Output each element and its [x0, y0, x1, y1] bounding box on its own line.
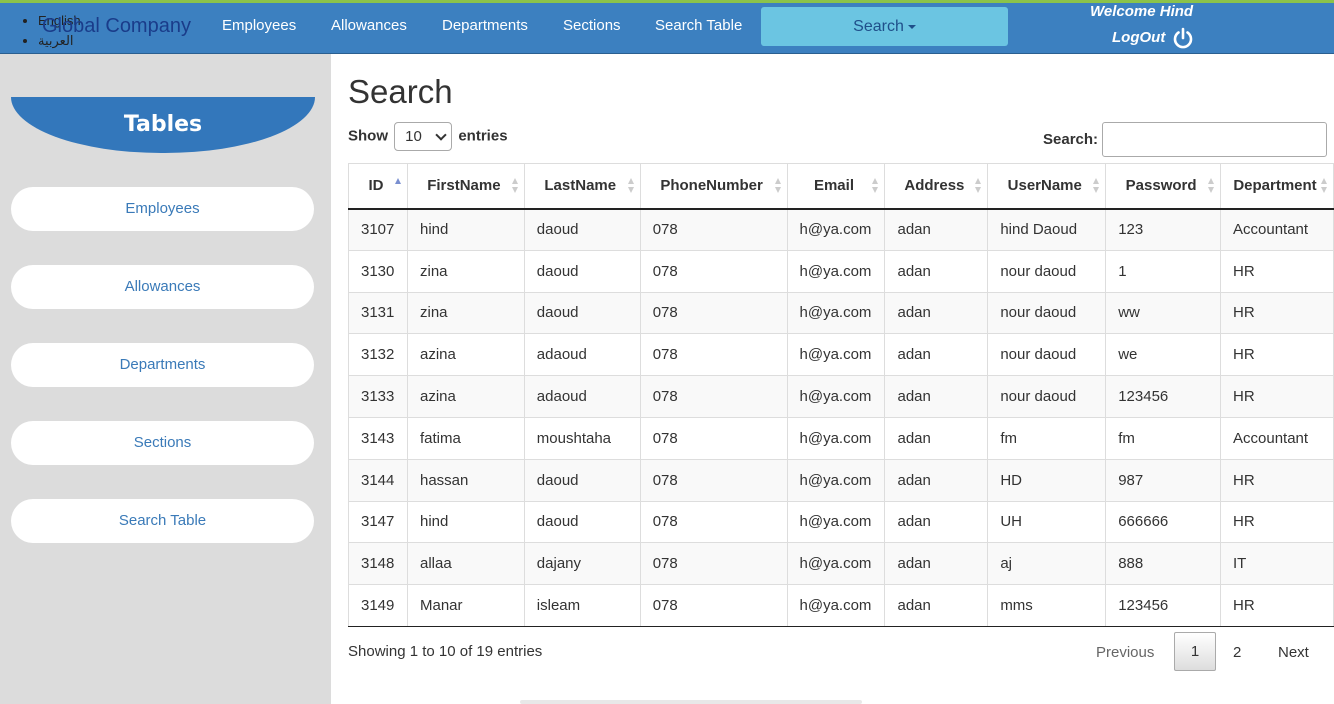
column-header-phonenumber[interactable]: PhoneNumber: [639, 163, 788, 210]
column-header-email[interactable]: Email: [786, 163, 886, 210]
search-dropdown-button[interactable]: Search: [761, 7, 1008, 46]
table-header-row: ID FirstName LastName PhoneNumber Email …: [348, 163, 1334, 210]
table-row: 3133 azina adaoud 078 h@ya.com adan nour daoud…: [348, 375, 1334, 418]
sort-icon: [1321, 178, 1328, 194]
sidebar-item-sections[interactable]: Sections: [11, 421, 314, 465]
table-row: 3148 allaa dajany 078 h@ya.com adan aj 888 IT: [348, 542, 1334, 586]
sort-icon: [975, 178, 982, 194]
column-header-id[interactable]: ID: [348, 163, 408, 210]
nav-departments[interactable]: Departments: [442, 17, 528, 34]
table-info: Showing 1 to 10 of 19 entries: [348, 643, 543, 660]
sidebar-item-search-table[interactable]: Search Table: [11, 499, 314, 543]
sidebar-item-allowances[interactable]: Allowances: [11, 265, 314, 309]
pagination-next[interactable]: Next: [1278, 644, 1309, 661]
nav-allowances[interactable]: Allowances: [331, 17, 407, 34]
pagination-page-2[interactable]: 2: [1233, 644, 1241, 661]
entries-label: entries: [458, 127, 508, 145]
sort-asc-icon: [394, 178, 402, 194]
horizontal-scrollbar[interactable]: [520, 700, 862, 704]
chevron-down-icon: [435, 129, 447, 141]
table-row: 3147 hind daoud 078 h@ya.com adan UH 666666 HR: [348, 500, 1334, 544]
column-header-lastname[interactable]: LastName: [523, 163, 641, 210]
page-title: Search: [348, 73, 453, 110]
table-row: 3149 Manar isleam 078 h@ya.com adan mms 123456 H…: [348, 584, 1334, 627]
sort-icon: [511, 178, 519, 194]
sidebar-item-departments[interactable]: Departments: [11, 343, 314, 387]
pagination-page-1[interactable]: 1: [1174, 632, 1216, 671]
column-header-address[interactable]: Address: [884, 163, 989, 210]
column-header-firstname[interactable]: FirstName: [406, 163, 525, 210]
column-header-password[interactable]: Password: [1105, 163, 1222, 210]
logout-label: LogOut: [1112, 28, 1166, 46]
search-dropdown-label: Search: [853, 18, 904, 35]
table-search-input[interactable]: [1102, 122, 1327, 157]
column-header-username[interactable]: UserName: [987, 163, 1107, 210]
table-row: 3144 hassan daoud 078 h@ya.com adan HD 987 HR: [348, 458, 1334, 502]
column-header-department[interactable]: Department: [1220, 163, 1334, 210]
top-navbar: English العربية Global Company Employees…: [0, 0, 1334, 54]
brand-name[interactable]: Global Company: [42, 15, 191, 38]
logout-link[interactable]: LogOut: [1112, 27, 1194, 49]
nav-search-table[interactable]: Search Table: [655, 17, 742, 34]
table-row: 3143 fatima moushtaha 078 h@ya.com adan fm fm Ac…: [348, 416, 1334, 460]
table-row: 3130 zina daoud 078 h@ya.com adan nour daoud 1 H…: [348, 249, 1334, 293]
sort-icon: [872, 178, 879, 194]
sidebar-item-employees[interactable]: Employees: [11, 187, 314, 231]
sidebar-title: Tables: [11, 97, 315, 153]
sidebar: Tables Employees Allowances Departments …: [0, 54, 331, 704]
show-entries: Show 10 entries: [348, 122, 508, 151]
caret-down-icon: [907, 24, 916, 29]
power-icon: [1173, 27, 1192, 49]
table-row: 3107 hind daoud 078 h@ya.com adan hind Daoud 12…: [348, 208, 1334, 251]
pagination-previous[interactable]: Previous: [1096, 644, 1154, 661]
show-label: Show: [348, 127, 388, 145]
table-row: 3132 azina adaoud 078 h@ya.com adan nour daoud…: [348, 333, 1334, 377]
table-row: 3131 zina daoud 078 h@ya.com adan nour daoud ww…: [348, 291, 1334, 335]
sort-icon: [774, 178, 782, 194]
nav-employees[interactable]: Employees: [222, 17, 296, 34]
welcome-text: Welcome Hind: [1090, 3, 1194, 20]
sort-icon: [1208, 178, 1215, 194]
data-table: ID FirstName LastName PhoneNumber Email …: [348, 163, 1334, 627]
nav-sections[interactable]: Sections: [563, 17, 621, 34]
table-search-label: Search:: [1043, 131, 1099, 148]
entries-select[interactable]: 10: [394, 122, 453, 151]
entries-select-value: 10: [405, 128, 422, 145]
sort-icon: [627, 178, 635, 194]
sort-icon: [1093, 178, 1100, 194]
